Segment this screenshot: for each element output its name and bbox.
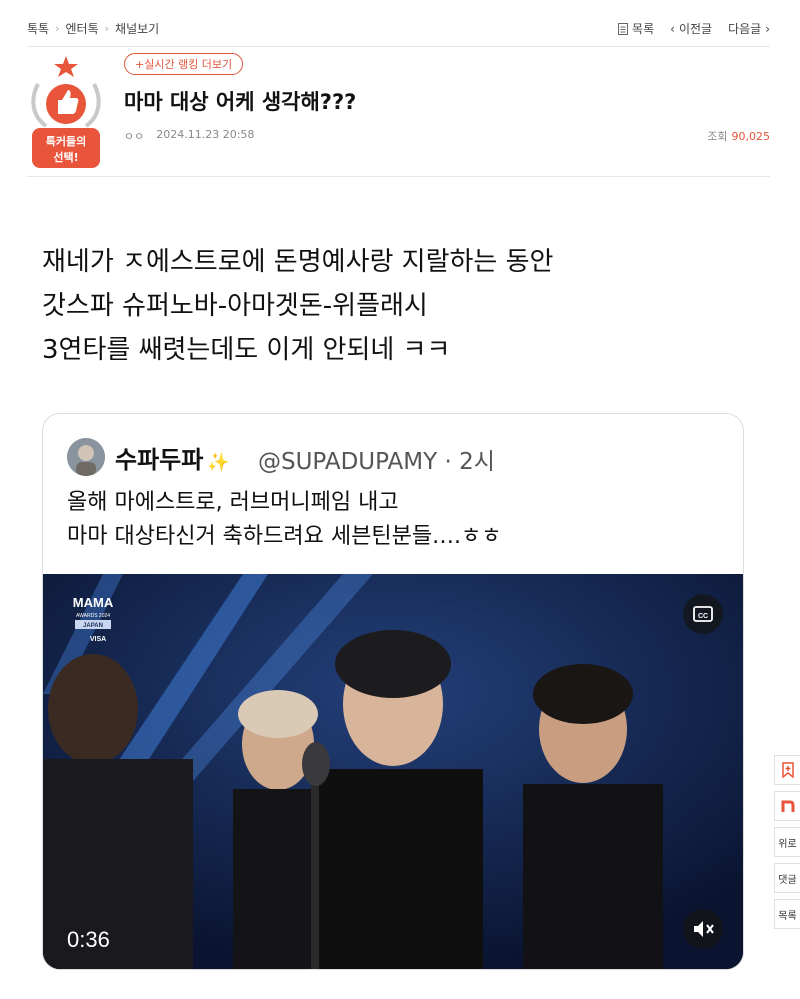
video-logo-sub: AWARDS 2024 <box>76 613 110 619</box>
video-logo: MAMA <box>73 595 114 610</box>
mute-button[interactable] <box>683 909 723 949</box>
video-logo-region: JAPAN <box>83 623 103 629</box>
cc-label: CC <box>698 613 708 620</box>
body-line: 3연타를 쌔렷는데도 이게 안되네 ㅋㅋ <box>42 335 451 365</box>
nate-button[interactable] <box>774 791 800 821</box>
body-line: 재네가 ㅈ에스트로에 돈명예사랑 지랄하는 동안 <box>42 247 554 277</box>
comments-button[interactable]: 댓글 <box>774 863 800 893</box>
body-line: 갓스파 슈퍼노바-아마겟돈-위플래시 <box>42 291 428 321</box>
badge-line2: 선택! <box>53 150 78 164</box>
chevron-right-icon: › <box>55 22 60 35</box>
breadcrumb: 톡톡 › 엔터톡 › 채널보기 <box>27 20 159 37</box>
tweet-text: 올해 마에스트로, 러브머니페임 내고 마마 대상타신거 축하드려요 세븐틴분들… <box>67 486 502 554</box>
speaker-muted-icon <box>694 921 714 937</box>
views-label: 조회 <box>707 130 728 143</box>
divider <box>27 46 770 47</box>
divider <box>27 176 770 177</box>
captions-button[interactable]: CC <box>683 594 723 634</box>
page-title: 마마 대상 어케 생각해??? <box>124 90 357 114</box>
post-navigation: 목록 ‹ 이전글 다음글 › <box>618 20 770 37</box>
sparkle-icon: ✨ <box>207 452 230 473</box>
post-date: 2024.11.23 20:58 <box>156 128 255 141</box>
view-count: 조회 90,025 <box>707 128 770 144</box>
breadcrumb-item-enter[interactable]: 엔터톡 <box>66 20 99 37</box>
tweet-handle: @SUPADUPAMY · 2시 <box>258 449 495 475</box>
list-icon <box>618 22 629 35</box>
avatar[interactable] <box>67 438 105 476</box>
video-frame: MAMA AWARDS 2024 JAPAN VISA <box>43 574 743 969</box>
tweet-line: 올해 마에스트로, 러브머니페임 내고 <box>67 490 399 515</box>
bookmark-plus-icon <box>781 762 794 778</box>
prev-label: 이전글 <box>678 22 713 36</box>
tweet-video[interactable]: MAMA AWARDS 2024 JAPAN VISA CC 0:36 <box>43 574 743 969</box>
post-meta: ㅇㅇ 2024.11.23 20:58 <box>124 128 254 144</box>
breadcrumb-item-channel[interactable]: 채널보기 <box>115 20 159 37</box>
chevron-right-icon: › <box>765 21 770 36</box>
tweet-author-name: 수파두파 ✨ <box>115 440 230 475</box>
prev-post-button[interactable]: ‹ 이전글 <box>670 20 712 37</box>
next-label: 다음글 <box>728 22 762 36</box>
video-duration: 0:36 <box>67 927 110 952</box>
cc-icon: CC <box>693 606 713 622</box>
chevron-left-icon: ‹ <box>670 21 675 36</box>
nate-logo-icon <box>781 800 794 812</box>
author: ㅇㅇ <box>124 130 145 143</box>
tweet-line: 마마 대상타신거 축하드려요 세븐틴분들….ㅎㅎ <box>67 524 502 549</box>
bookmark-button[interactable] <box>774 755 800 785</box>
video-sponsor: VISA <box>90 636 106 643</box>
chevron-right-icon: › <box>104 22 110 35</box>
embedded-tweet[interactable]: 수파두파 ✨ @SUPADUPAMY · 2시 올해 마에스트로, 러브머니페임 … <box>42 413 744 970</box>
floating-toolbar: 위로 댓글 목록 <box>774 755 800 935</box>
live-ranking-button[interactable]: +실시간 랭킹 더보기 <box>124 53 244 75</box>
badge-line1: 톡커들의 <box>46 134 86 148</box>
tweet-author-name-text: 수파두파 <box>115 446 204 474</box>
post-body: 재네가 ㅈ에스트로에 돈명예사랑 지랄하는 동안 갓스파 슈퍼노바-아마겟돈-위… <box>42 240 553 372</box>
list-button[interactable]: 목록 <box>618 20 654 37</box>
views-number: 90,025 <box>731 130 771 143</box>
talker-choice-badge: 톡커들의 선택! <box>31 56 101 168</box>
breadcrumb-item-home[interactable]: 톡톡 <box>27 20 49 37</box>
top-bar: 톡톡 › 엔터톡 › 채널보기 목록 ‹ 이전글 다음글 › <box>27 18 770 40</box>
list-label: 목록 <box>632 22 655 36</box>
scroll-top-button[interactable]: 위로 <box>774 827 800 857</box>
list-side-button[interactable]: 목록 <box>774 899 800 929</box>
next-post-button[interactable]: 다음글 › <box>728 20 770 37</box>
